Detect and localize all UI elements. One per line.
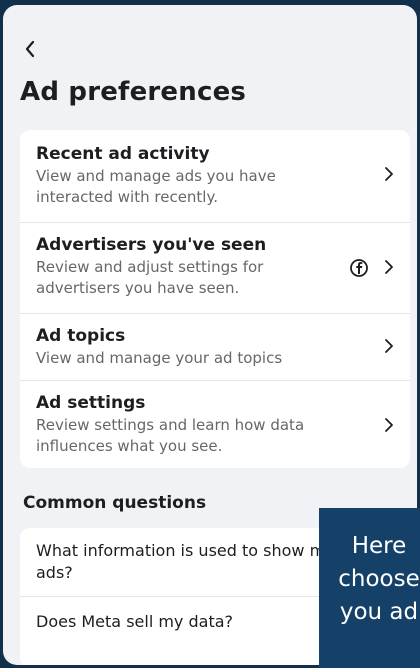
ad-settings-row[interactable]: Ad settings Review settings and learn ho… — [20, 381, 410, 468]
common-questions-heading: Common questions — [23, 493, 207, 513]
row-title: Ad settings — [36, 393, 146, 413]
tooltip-line: you ad — [339, 599, 419, 625]
row-description: View and manage your ad topics — [36, 349, 283, 367]
chevron-right-icon — [384, 166, 394, 186]
ad-preferences-card: Recent ad activity View and manage ads y… — [20, 130, 410, 468]
question-text: Does Meta sell my data? — [36, 612, 234, 631]
overlay-tooltip: Here choose you ad — [319, 508, 420, 668]
question-text: What information is used to show me ads? — [36, 541, 335, 582]
advertisers-seen-row[interactable]: Advertisers you've seen Review and adjus… — [20, 223, 410, 313]
page-title: Ad preferences — [20, 77, 247, 107]
facebook-icon — [350, 259, 368, 277]
back-button[interactable] — [23, 39, 43, 63]
row-title: Advertisers you've seen — [36, 235, 267, 255]
row-title: Ad topics — [36, 326, 126, 346]
chevron-right-icon — [384, 338, 394, 358]
tooltip-line: Here — [351, 533, 407, 559]
chevron-right-icon — [384, 259, 394, 279]
chevron-right-icon — [384, 417, 394, 437]
row-description: Review and adjust settings for advertise… — [36, 258, 264, 297]
recent-ad-activity-row[interactable]: Recent ad activity View and manage ads y… — [20, 130, 410, 222]
row-title: Recent ad activity — [36, 144, 210, 164]
chevron-left-icon — [25, 40, 35, 58]
tooltip-line: choose — [338, 566, 420, 592]
ad-topics-row[interactable]: Ad topics View and manage your ad topics — [20, 314, 410, 380]
row-description: View and manage ads you have interacted … — [36, 167, 276, 206]
row-description: Review settings and learn how data influ… — [36, 416, 305, 455]
